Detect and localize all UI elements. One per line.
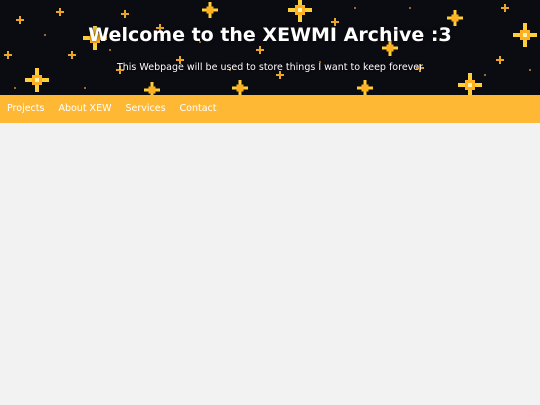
star-icon <box>14 87 16 89</box>
top-navbar: Projects About XEW Services Contact <box>0 95 540 123</box>
site-header: Welcome to the XEWMI Archive :3 This Web… <box>0 0 540 95</box>
star-icon <box>458 73 482 95</box>
nav-item-contact[interactable]: Contact <box>173 95 224 123</box>
nav-item-services[interactable]: Services <box>118 95 172 123</box>
star-icon <box>357 80 373 95</box>
star-icon <box>56 8 64 16</box>
star-icon <box>16 16 24 24</box>
sparkle-star-background <box>4 0 537 95</box>
star-icon <box>256 46 264 54</box>
star-icon <box>68 51 76 59</box>
page-subtitle: This Webpage will be used to store thing… <box>116 62 424 73</box>
star-icon <box>409 7 411 9</box>
page-title: Welcome to the XEWMI Archive :3 <box>88 24 452 46</box>
main-content <box>0 123 540 405</box>
star-icon <box>484 74 486 76</box>
star-icon <box>144 82 160 95</box>
nav-item-about[interactable]: About XEW <box>51 95 118 123</box>
star-icon <box>288 0 312 22</box>
star-icon <box>501 4 509 12</box>
star-icon <box>4 51 12 59</box>
star-icon <box>84 87 86 89</box>
star-icon <box>202 2 218 18</box>
star-icon <box>354 7 356 9</box>
star-icon <box>109 49 111 51</box>
nav-item-projects[interactable]: Projects <box>0 95 51 123</box>
star-icon <box>121 10 129 18</box>
star-icon <box>232 80 248 95</box>
